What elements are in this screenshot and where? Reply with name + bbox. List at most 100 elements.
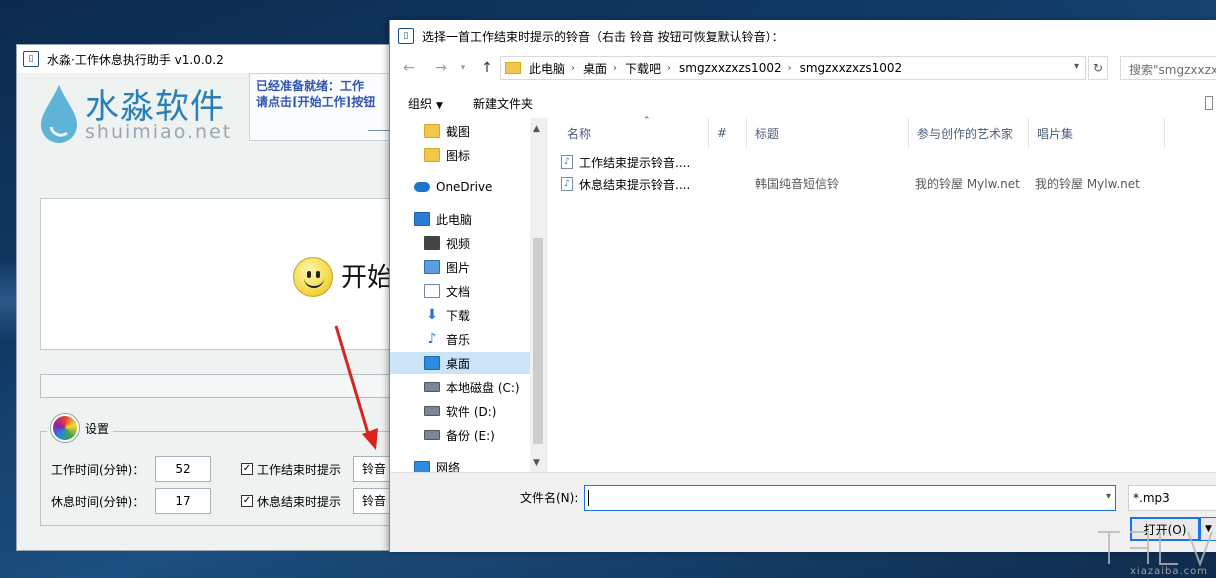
- audio-file-icon: ♪: [561, 155, 573, 169]
- scroll-down-icon[interactable]: ▼: [533, 458, 540, 468]
- status-panel: 已经准备就绪：工作 请点击[开始工作]按钮: [249, 73, 390, 141]
- nav-item-icons[interactable]: 图标: [424, 144, 470, 166]
- breadcrumb-item[interactable]: smgzxxzxzs1002: [800, 61, 903, 75]
- settings-label: 设置: [85, 421, 110, 436]
- table-row[interactable]: ♪ 工作结束提示铃音....: [561, 151, 1201, 173]
- breadcrumb-separator-icon[interactable]: ›: [667, 63, 671, 74]
- back-arrow-icon[interactable]: ←: [398, 57, 420, 79]
- column-header-title[interactable]: 标题: [747, 118, 909, 148]
- nav-item-music[interactable]: ♪ 音乐: [424, 328, 470, 350]
- column-header-number[interactable]: #: [709, 118, 747, 148]
- nav-scrollbar-thumb[interactable]: [533, 238, 543, 444]
- organize-menu[interactable]: 组织 ▼: [408, 95, 443, 112]
- nav-item-videos[interactable]: 视频: [424, 232, 470, 254]
- water-drop-icon: [41, 85, 77, 143]
- up-arrow-icon[interactable]: ↑: [476, 57, 498, 79]
- breadcrumb-separator-icon[interactable]: ›: [788, 63, 792, 74]
- work-time-label: 工作时间(分钟)：: [51, 462, 145, 477]
- work-end-checkbox[interactable]: ✓ 工作结束时提示: [241, 461, 341, 478]
- nav-item-pictures[interactable]: 图片: [424, 256, 470, 278]
- folder-icon: [505, 62, 521, 74]
- nav-item-label: 备份 (E:): [446, 428, 495, 443]
- breadcrumb-item[interactable]: 此电脑: [529, 60, 565, 77]
- disk-icon: [424, 406, 440, 416]
- file-list: 名称 ⌃ # 标题 参与创作的艺术家 唱片集 ♪ 工作结束提示铃音.... ♪ 休…: [546, 116, 1216, 472]
- cloud-icon: [414, 182, 430, 192]
- organize-label: 组织: [408, 96, 433, 111]
- app-window-icon: ▯: [23, 51, 39, 67]
- navigation-pane: 截图 图标 OneDrive 此电脑 视频 图片 文档 ⬇ 下载 ♪ 音乐 桌面 本…: [390, 118, 546, 472]
- nav-item-label: 图标: [446, 148, 471, 163]
- disk-icon: [424, 430, 440, 440]
- sort-caret-icon: ⌃: [643, 116, 651, 126]
- picture-icon: [424, 260, 440, 274]
- status-line-2: 请点击[开始工作]按钮: [256, 95, 376, 109]
- column-header-artist[interactable]: 参与创作的艺术家: [909, 118, 1029, 148]
- start-work-label: 开始: [341, 263, 391, 293]
- work-end-checkbox-box[interactable]: ✓: [241, 463, 253, 475]
- nav-item-desktop[interactable]: 桌面: [390, 352, 530, 374]
- breadcrumb-item[interactable]: 下载吧: [625, 60, 661, 77]
- nav-item-downloads[interactable]: ⬇ 下载: [424, 304, 470, 326]
- filename-dropdown-icon[interactable]: ▾: [1106, 491, 1111, 502]
- color-wheel-icon: [51, 414, 79, 442]
- dialog-titlebar[interactable]: ▯ 选择一首工作结束时提示的铃音（右击 铃音 按钮可恢复默认铃音）：: [390, 20, 1216, 52]
- download-icon: ⬇: [426, 307, 438, 323]
- nav-item-documents[interactable]: 文档: [424, 280, 470, 302]
- table-row[interactable]: ♪ 休息结束提示铃音.... 韩国纯音短信铃 我的铃屋 Mylw.net 我的铃…: [561, 173, 1201, 195]
- preview-pane-icon[interactable]: [1205, 96, 1213, 110]
- filename-input[interactable]: ▾: [584, 485, 1116, 511]
- breadcrumb-separator-icon[interactable]: ›: [613, 63, 617, 74]
- folder-icon: [424, 148, 440, 162]
- logo: 水淼软件 shuimiao.net: [37, 79, 247, 149]
- app-window: ▯ 水淼·工作休息执行助手 v1.0.0.2 水淼软件 shuimiao.net…: [16, 44, 391, 551]
- desktop-icon: [424, 356, 440, 370]
- nav-item-drive-e[interactable]: 备份 (E:): [424, 424, 495, 446]
- rest-ringtone-button[interactable]: 铃音: [353, 488, 390, 514]
- nav-item-this-pc[interactable]: 此电脑: [414, 208, 472, 230]
- nav-item-network[interactable]: 网络: [414, 456, 460, 472]
- settings-legend: 设置: [47, 414, 114, 442]
- nav-item-drive-d[interactable]: 软件 (D:): [424, 400, 496, 422]
- rest-end-checkbox[interactable]: ✓ 休息结束时提示: [241, 493, 341, 510]
- nav-item-drive-c[interactable]: 本地磁盘 (C:): [424, 376, 520, 398]
- address-bar[interactable]: 此电脑 › 桌面 › 下载吧 › smgzxxzxzs1002 › smgzxxzxzs…: [500, 56, 1086, 80]
- work-end-checkbox-label: 工作结束时提示: [257, 462, 342, 477]
- folder-icon: [424, 124, 440, 138]
- rest-time-row: 休息时间(分钟)： 17 ✓ 休息结束时提示 铃音: [51, 488, 390, 514]
- rest-time-input[interactable]: 17: [155, 488, 211, 514]
- address-row: ← → ▾ ↑ 此电脑 › 桌面 › 下载吧 › smgzxxzxzs1002 › sm…: [390, 54, 1216, 82]
- nav-item-screenshots[interactable]: 截图: [424, 120, 470, 142]
- filetype-select[interactable]: *.mp3: [1128, 485, 1216, 511]
- refresh-icon[interactable]: ↻: [1088, 56, 1108, 80]
- app-titlebar[interactable]: ▯ 水淼·工作休息执行助手 v1.0.0.2: [17, 45, 390, 73]
- dialog-title: 选择一首工作结束时提示的铃音（右击 铃音 按钮可恢复默认铃音）：: [422, 29, 784, 44]
- breadcrumb-item[interactable]: smgzxxzxzs1002: [679, 61, 782, 75]
- rest-end-checkbox-box[interactable]: ✓: [241, 495, 253, 507]
- nav-item-label: 网络: [436, 460, 461, 473]
- column-header-album[interactable]: 唱片集: [1029, 118, 1165, 148]
- smiley-icon: [293, 257, 333, 297]
- column-header-name[interactable]: 名称 ⌃: [559, 116, 709, 148]
- breadcrumb-item[interactable]: 桌面: [583, 60, 607, 77]
- nav-item-onedrive[interactable]: OneDrive: [414, 176, 492, 198]
- search-input[interactable]: 搜索"smgzxxzxzs1002": [1120, 56, 1216, 80]
- file-album: 我的铃屋 Mylw.net: [1035, 177, 1140, 191]
- forward-arrow-icon[interactable]: →: [430, 57, 452, 79]
- recent-locations-icon[interactable]: ▾: [452, 57, 474, 79]
- breadcrumb-separator-icon[interactable]: ›: [571, 63, 575, 74]
- column-label: 标题: [755, 126, 780, 141]
- nav-item-label: 桌面: [446, 356, 471, 371]
- network-icon: [414, 461, 430, 472]
- disk-icon: [424, 382, 440, 392]
- file-title: 韩国纯音短信铃: [755, 177, 840, 191]
- work-time-input[interactable]: 52: [155, 456, 211, 482]
- address-dropdown-icon[interactable]: ▾: [1074, 61, 1079, 72]
- column-label: 唱片集: [1037, 126, 1074, 141]
- column-label: 名称: [567, 126, 592, 141]
- audio-file-icon: ♪: [561, 177, 573, 191]
- new-folder-button[interactable]: 新建文件夹: [473, 95, 533, 112]
- nav-item-label: 软件 (D:): [446, 404, 497, 419]
- nav-item-label: 截图: [446, 124, 471, 139]
- scroll-up-icon[interactable]: ▲: [533, 124, 540, 134]
